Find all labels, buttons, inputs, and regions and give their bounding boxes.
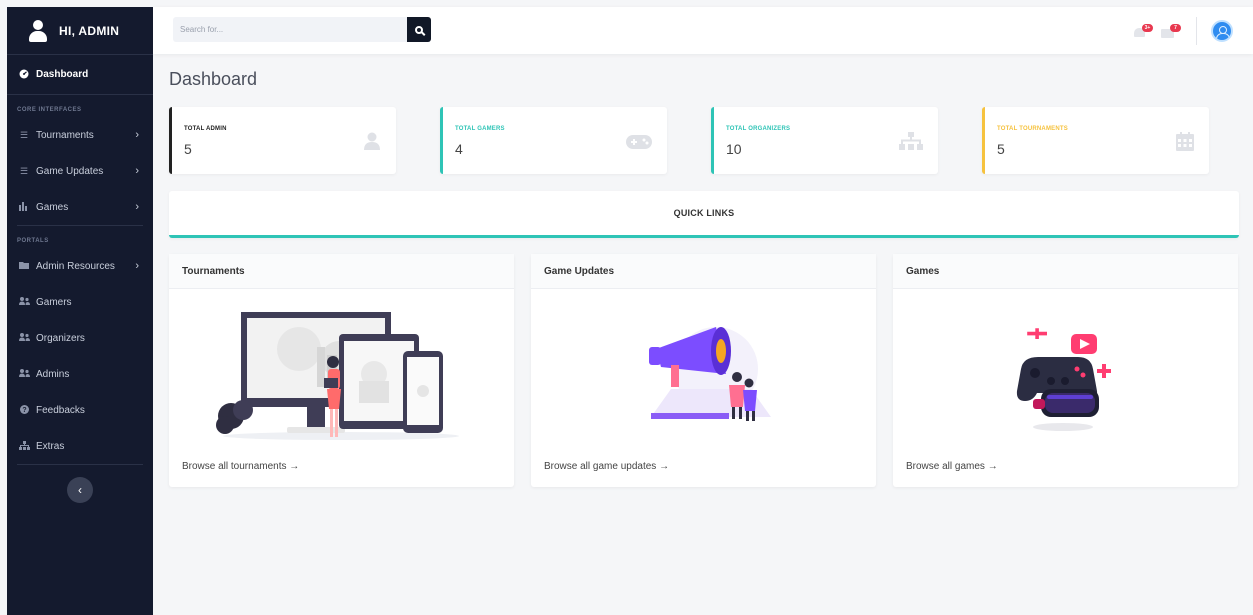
alerts-button[interactable]: 3+ xyxy=(1130,21,1153,41)
sitemap-icon xyxy=(899,132,923,155)
search-group xyxy=(173,17,431,42)
stat-value: 10 xyxy=(726,141,742,157)
folder-icon xyxy=(17,261,31,271)
messages-button[interactable]: 7 xyxy=(1158,21,1181,41)
sidebar-item-label: Games xyxy=(36,201,69,213)
page-title: Dashboard xyxy=(169,69,258,89)
card-tournaments: Tournaments Browse all tournaments → xyxy=(169,254,514,487)
sidebar-item-tournaments[interactable]: ☰ Tournaments › xyxy=(7,117,153,153)
sidebar-item-dashboard[interactable]: Dashboard xyxy=(7,55,153,95)
avatar[interactable] xyxy=(1211,20,1233,42)
sidebar-brand[interactable]: HI, ADMIN xyxy=(7,7,153,55)
search-icon xyxy=(415,25,423,34)
stat-card-total-tournaments: TOTAL TOURNAMENTS 5 xyxy=(982,107,1209,174)
topbar: 3+ 7 xyxy=(153,7,1253,54)
section-label-core: CORE INTERFACES xyxy=(17,107,82,113)
sidebar-item-label: Extras xyxy=(36,440,65,452)
card-title: Tournaments xyxy=(169,254,514,289)
search-button[interactable] xyxy=(407,17,431,42)
sidebar-item-label: Dashboard xyxy=(36,69,89,80)
chevron-right-icon: › xyxy=(135,165,139,177)
sidebar-item-game-updates[interactable]: ☰ Game Updates › xyxy=(7,153,153,189)
sidebar-item-label: Gamers xyxy=(36,296,72,308)
stat-label: TOTAL ADMIN xyxy=(184,126,227,132)
brand-title: HI, ADMIN xyxy=(59,23,120,38)
users-icon xyxy=(17,297,31,307)
list-icon: ☰ xyxy=(19,129,29,140)
stat-label: TOTAL ORGANIZERS xyxy=(726,126,791,132)
card-games: Games Browse all games → xyxy=(893,254,1238,487)
gamepad-icon xyxy=(626,135,652,154)
sidebar-toggle-button[interactable]: ‹ xyxy=(67,477,93,503)
quick-links-header: QUICK LINKS xyxy=(169,191,1239,238)
messages-badge: 7 xyxy=(1170,24,1181,32)
stat-value: 5 xyxy=(184,141,192,157)
gaming-gear-illustration xyxy=(1016,328,1111,431)
sidebar-item-extras[interactable]: Extras xyxy=(7,428,153,464)
sidebar-item-admin-resources[interactable]: Admin Resources › xyxy=(7,248,153,284)
browse-tournaments-link[interactable]: Browse all tournaments → xyxy=(182,461,299,472)
stat-value: 4 xyxy=(455,141,463,157)
stat-card-total-gamers: TOTAL GAMERS 4 xyxy=(440,107,667,174)
devices-illustration xyxy=(216,312,459,440)
browse-games-link[interactable]: Browse all games → xyxy=(906,461,998,472)
sidebar-item-feedbacks[interactable]: ? Feedbacks xyxy=(7,392,153,428)
svg-text:?: ? xyxy=(22,407,26,414)
section-label-portals: PORTALS xyxy=(17,238,49,244)
chart-icon xyxy=(17,201,31,213)
browse-game-updates-link[interactable]: Browse all game updates → xyxy=(544,461,669,472)
sidebar-item-label: Admin Resources xyxy=(36,260,115,272)
users-icon xyxy=(17,369,31,379)
sitemap-icon xyxy=(17,440,31,452)
sidebar-item-label: Tournaments xyxy=(36,129,94,141)
topbar-actions: 3+ 7 xyxy=(1130,17,1233,45)
chevron-right-icon: › xyxy=(135,260,139,272)
sidebar-item-organizers[interactable]: Organizers xyxy=(7,320,153,356)
sidebar-item-admins[interactable]: Admins xyxy=(7,356,153,392)
calendar-icon xyxy=(1176,132,1194,156)
card-game-updates: Game Updates Browse all game updates → xyxy=(531,254,876,487)
megaphone-illustration xyxy=(649,327,771,421)
users-icon xyxy=(17,333,31,343)
sidebar: HI, ADMIN Dashboard CORE INTERFACES ☰ To… xyxy=(7,7,153,615)
search-input[interactable] xyxy=(173,17,407,42)
sidebar-item-label: Organizers xyxy=(36,332,85,344)
chevron-right-icon: › xyxy=(135,201,139,213)
question-circle-icon: ? xyxy=(17,404,31,416)
stat-value: 5 xyxy=(997,141,1005,157)
chevron-right-icon: › xyxy=(135,129,139,141)
card-title: Game Updates xyxy=(531,254,876,289)
list-icon: ☰ xyxy=(19,165,29,176)
stat-card-total-admin: TOTAL ADMIN 5 xyxy=(169,107,396,174)
sidebar-item-label: Game Updates xyxy=(36,165,104,177)
sidebar-item-label: Admins xyxy=(36,368,70,380)
sidebar-item-gamers[interactable]: Gamers xyxy=(7,284,153,320)
user-icon xyxy=(29,19,47,42)
alerts-badge: 3+ xyxy=(1142,24,1153,32)
sidebar-item-label: Feedbacks xyxy=(36,404,85,416)
user-icon xyxy=(363,132,381,155)
topbar-divider xyxy=(1196,17,1197,45)
stat-label: TOTAL GAMERS xyxy=(455,126,505,132)
stat-card-total-organizers: TOTAL ORGANIZERS 10 xyxy=(711,107,938,174)
dashboard-icon xyxy=(17,69,31,81)
sidebar-toggle-wrap: ‹ xyxy=(7,465,153,503)
card-title: Games xyxy=(893,254,1238,289)
stat-label: TOTAL TOURNAMENTS xyxy=(997,126,1068,132)
sidebar-item-games[interactable]: Games › xyxy=(7,189,153,225)
